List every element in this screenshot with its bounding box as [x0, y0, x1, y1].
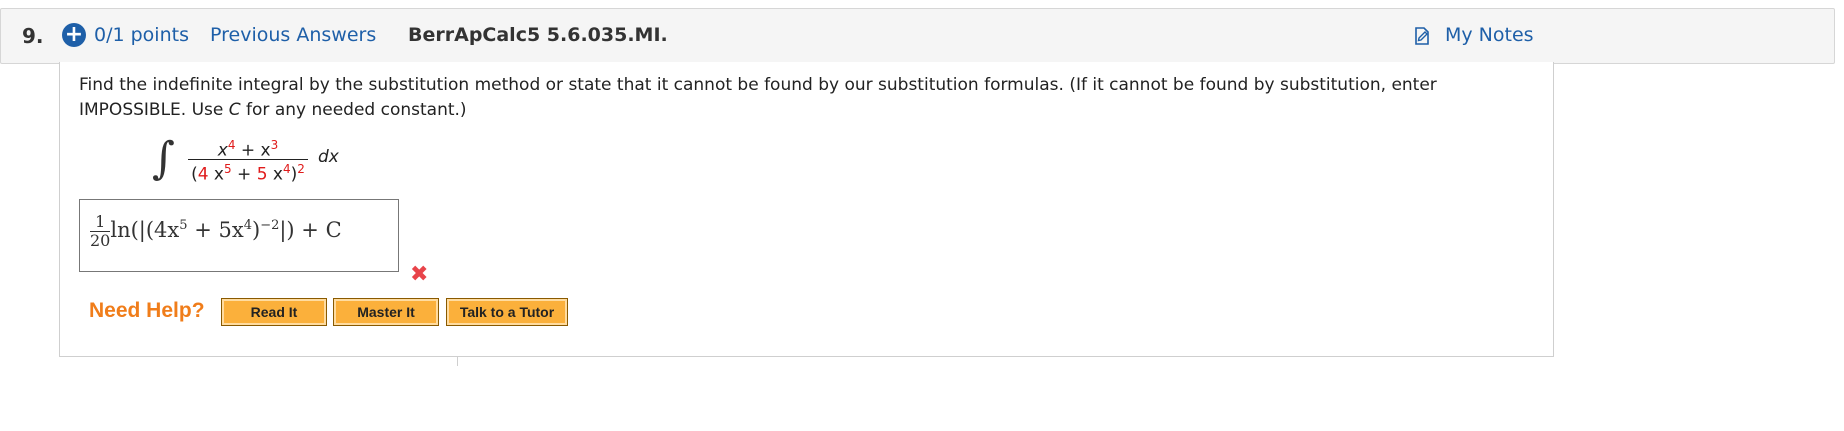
integrand-denominator: (4 x5 + 5 x4)2 [191, 162, 305, 185]
divider-tick [457, 356, 458, 366]
previous-answers-link[interactable]: Previous Answers [210, 24, 376, 46]
question-number: 9. [22, 24, 44, 48]
incorrect-icon: ✖ [410, 262, 429, 287]
integrand-fraction: x4 + x3 (4 x5 + 5 x4)2 [188, 138, 308, 185]
problem-code: BerrApCalc5 5.6.035.MI. [408, 24, 668, 46]
notes-icon[interactable] [1413, 27, 1431, 49]
read-it-button[interactable]: Read It [221, 298, 327, 326]
master-it-button[interactable]: Master It [333, 298, 439, 326]
differential: dx [318, 147, 339, 167]
talk-to-tutor-button[interactable]: Talk to a Tutor [446, 298, 568, 326]
plus-icon[interactable]: + [62, 23, 86, 47]
integral-sign: ∫ [152, 133, 175, 184]
points-link[interactable]: 0/1 points [94, 24, 189, 46]
divider [59, 356, 457, 357]
question-prompt: Find the indefinite integral by the subs… [79, 75, 1437, 120]
my-notes-link[interactable]: My Notes [1445, 24, 1534, 46]
integrand-numerator: x4 + x3 [217, 138, 279, 161]
need-help-label: Need Help? [89, 299, 205, 322]
answer-input[interactable]: 1 20 ln(|(4x5 + 5x4)−2|) + C [79, 199, 399, 272]
answer-expression: 1 20 ln(|(4x5 + 5x4)−2|) + C [90, 212, 342, 250]
answer-fraction: 1 20 [90, 212, 111, 250]
